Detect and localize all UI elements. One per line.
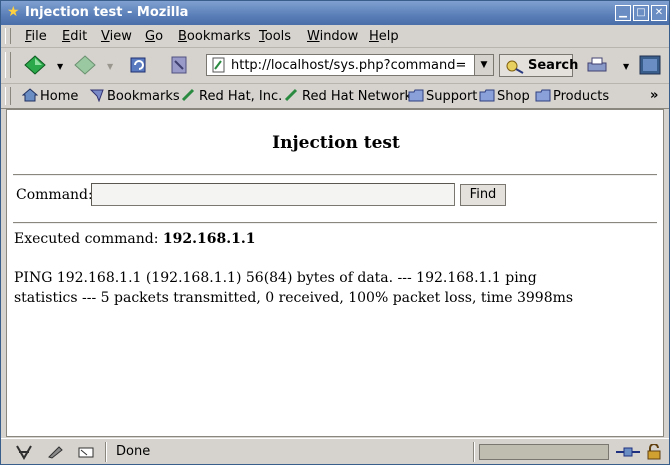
search-button-label: Search <box>528 58 579 73</box>
bookmark-products[interactable]: Products <box>535 88 609 104</box>
menu-bar: File Edit View Go Bookmarks Tools Window… <box>1 25 669 48</box>
menu-help-label: elp <box>378 29 399 44</box>
page-proxy-icon[interactable] <box>211 57 227 73</box>
print-icon[interactable] <box>585 55 609 75</box>
status-separator <box>473 442 475 462</box>
window-title: Injection test - Mozilla <box>25 5 189 20</box>
executed-command: Executed command: 192.168.1.1 <box>14 231 255 247</box>
bookmark-label: Shop <box>497 89 530 104</box>
bookmark-label: Red Hat Network <box>302 89 413 104</box>
command-output: PING 192.168.1.1 (192.168.1.1) 56(84) by… <box>14 270 574 306</box>
status-bar: Done <box>1 438 669 465</box>
menu-window-label: indow <box>319 29 359 44</box>
bookmarks-icon <box>89 89 104 102</box>
bookmark-label: Home <box>40 89 79 104</box>
menu-view[interactable]: View <box>101 29 132 44</box>
menu-go[interactable]: Go <box>145 29 163 44</box>
bookmark-label: Bookmarks <box>107 89 180 104</box>
command-label: Command: <box>16 187 93 203</box>
link-icon <box>284 88 298 102</box>
bookmark-label: Support <box>426 89 478 104</box>
forward-icon[interactable] <box>73 55 97 75</box>
security-lock-icon[interactable] <box>645 444 663 460</box>
throbber-icon[interactable] <box>639 55 663 75</box>
url-bar[interactable]: ▼ <box>206 54 494 76</box>
bookmark-label: Red Hat, Inc. <box>199 89 283 104</box>
back-icon[interactable] <box>23 55 47 75</box>
menu-file-label: ile <box>31 29 47 44</box>
bookmark-support[interactable]: Support <box>408 88 477 104</box>
page-heading: Injection test <box>272 133 400 153</box>
command-input[interactable] <box>91 183 455 206</box>
status-text: Done <box>116 444 151 459</box>
home-icon <box>22 88 38 102</box>
folder-icon <box>479 89 495 102</box>
toolbar-grip[interactable] <box>5 87 11 105</box>
bookmark-label: Products <box>553 89 610 104</box>
executed-command-value: 192.168.1.1 <box>162 231 256 247</box>
toolbar-grip[interactable] <box>5 28 11 44</box>
divider <box>13 174 657 176</box>
menu-help[interactable]: Help <box>369 29 399 44</box>
folder-icon <box>408 89 424 102</box>
print-dropdown-icon[interactable]: ▼ <box>623 62 629 71</box>
menu-bookmarks[interactable]: Bookmarks <box>178 29 251 44</box>
minimize-button[interactable]: ▁ <box>615 5 631 21</box>
search-icon <box>506 60 524 74</box>
search-button[interactable]: Search <box>499 54 578 77</box>
url-input[interactable] <box>231 57 467 73</box>
navigator-icon[interactable] <box>15 444 33 460</box>
divider <box>13 222 657 224</box>
url-history-dropdown-icon[interactable]: ▼ <box>474 55 493 75</box>
reload-icon[interactable] <box>127 55 151 75</box>
menu-edit-label: dit <box>70 29 88 44</box>
progress-meter <box>479 444 609 460</box>
mail-icon[interactable] <box>47 444 65 460</box>
bookmark-bookmarks[interactable]: Bookmarks <box>89 88 180 104</box>
find-button[interactable]: Find <box>460 184 506 206</box>
menu-tools[interactable]: Tools <box>259 29 291 44</box>
stop-icon[interactable] <box>167 55 191 75</box>
title-bar[interactable]: ★ Injection test - Mozilla ▁ □ ✕ <box>1 1 669 25</box>
toolbar-grip[interactable] <box>5 52 11 78</box>
link-icon <box>181 88 195 102</box>
forward-dropdown-icon[interactable]: ▼ <box>107 62 113 71</box>
menu-edit[interactable]: Edit <box>62 29 87 44</box>
browser-window: ★ Injection test - Mozilla ▁ □ ✕ File Ed… <box>0 0 670 465</box>
menu-file[interactable]: File <box>25 29 47 44</box>
bookmark-red-hat-network[interactable]: Red Hat Network <box>284 88 412 104</box>
menu-go-label: o <box>155 29 164 44</box>
maximize-button[interactable]: □ <box>633 5 649 21</box>
menu-tools-label: ools <box>264 29 292 44</box>
bookmark-home[interactable]: Home <box>22 88 78 104</box>
bookmark-shop[interactable]: Shop <box>479 88 530 104</box>
online-status-icon[interactable] <box>615 444 641 460</box>
composer-icon[interactable] <box>77 444 95 460</box>
personal-toolbar: Home Bookmarks Red Hat, Inc. Red Hat Net… <box>1 84 669 109</box>
back-dropdown-icon[interactable]: ▼ <box>57 62 63 71</box>
menu-view-label: iew <box>109 29 132 44</box>
close-button[interactable]: ✕ <box>651 5 667 21</box>
page-content: Injection test Command: Find Executed co… <box>6 109 664 437</box>
menu-window[interactable]: Window <box>307 29 358 44</box>
status-separator <box>105 442 107 462</box>
mozilla-star-icon: ★ <box>7 4 20 20</box>
menu-bookmarks-label: ookmarks <box>186 29 251 44</box>
bookmarks-overflow-chevron-icon[interactable]: » <box>650 88 658 103</box>
folder-icon <box>535 89 551 102</box>
bookmark-red-hat-inc[interactable]: Red Hat, Inc. <box>181 88 282 104</box>
executed-command-label: Executed command: <box>14 231 159 247</box>
